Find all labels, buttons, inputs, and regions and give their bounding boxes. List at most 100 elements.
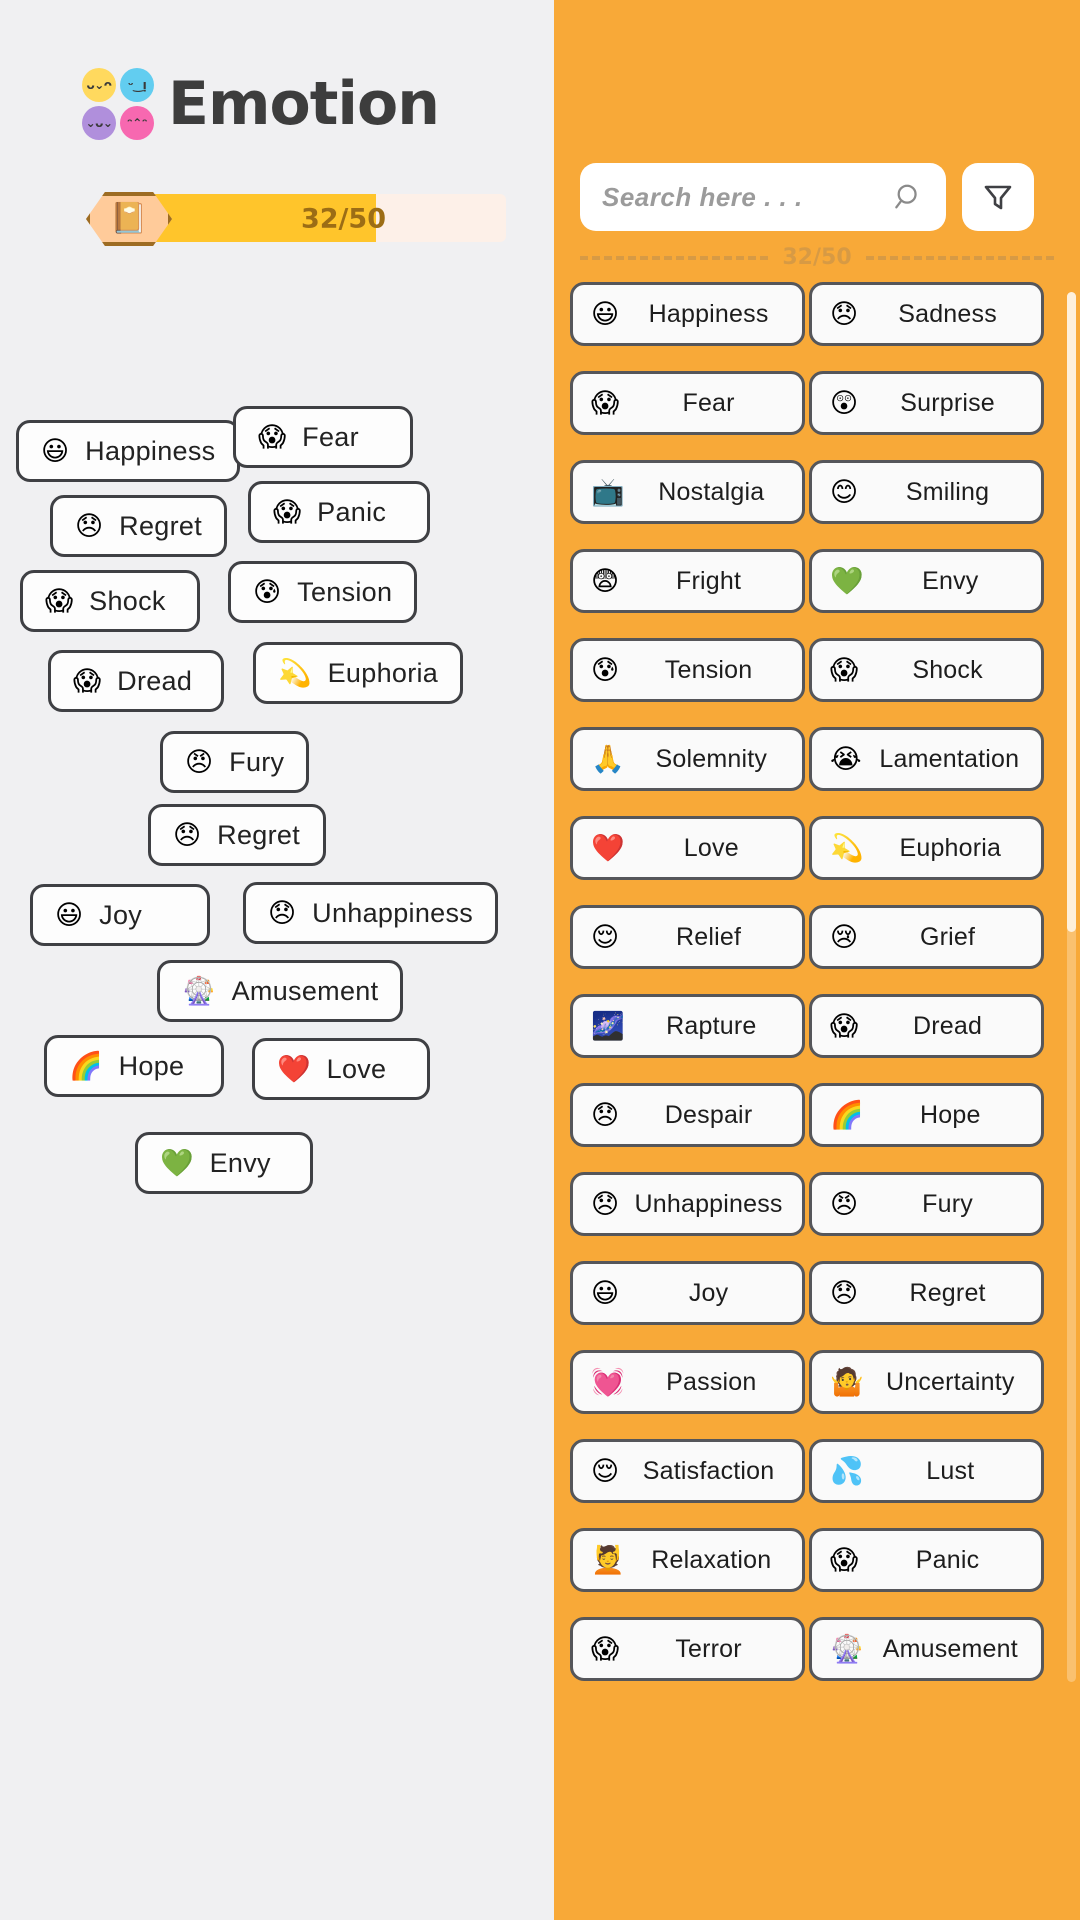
board-chip[interactable]: 😠 Fury <box>160 731 310 793</box>
crying-face-icon: 😢 <box>830 921 859 953</box>
app-brand: ᴗ⌄ᴖ ᵕ‿ᴉ ⌄ᴗ⌄ ᵔ⌃ᵔ Emotion <box>82 68 440 140</box>
catalog-chip[interactable]: 😰 Tension <box>570 638 805 702</box>
catalog-chip[interactable]: 🙏 Solemnity <box>570 727 805 791</box>
screaming-face-icon: 😱 <box>273 496 302 528</box>
board-chip[interactable]: 😱 Shock <box>20 570 200 632</box>
catalog-chip[interactable]: 😠 Fury <box>809 1172 1044 1236</box>
search-input[interactable]: Search here . . . <box>580 163 946 231</box>
catalog-chip[interactable]: 😞 Unhappiness <box>570 1172 805 1236</box>
grinning-face-icon: 😃 <box>591 1277 620 1309</box>
search-toolbar: Search here . . . <box>580 163 1034 231</box>
catalog-chip[interactable]: 😞 Despair <box>570 1083 805 1147</box>
board-chip-label: Fear <box>302 421 359 452</box>
grinning-face-icon: 😃 <box>591 298 620 330</box>
board-chip-label: Envy <box>209 1147 271 1178</box>
catalog-chip[interactable]: 😱 Dread <box>809 994 1044 1058</box>
search-icon[interactable] <box>894 182 924 212</box>
catalog-chip-label: Rapture <box>666 1011 757 1040</box>
board-chip[interactable]: 😞 Unhappiness <box>243 882 499 944</box>
board-chip[interactable]: 🎡 Amusement <box>157 960 404 1022</box>
app-logo: ᴗ⌄ᴖ ᵕ‿ᴉ ⌄ᴗ⌄ ᵔ⌃ᵔ <box>82 68 154 140</box>
catalog-chip[interactable]: 📺 Nostalgia <box>570 460 805 524</box>
board-chip[interactable]: ❤️ Love <box>252 1038 430 1100</box>
catalog-chip[interactable]: 😱 Fear <box>570 371 805 435</box>
filter-button[interactable] <box>962 163 1034 231</box>
catalog-chip[interactable]: 😱 Terror <box>570 1617 805 1681</box>
board-chip-label: Fury <box>229 746 285 777</box>
board-chip[interactable]: 😱 Dread <box>48 650 224 712</box>
catalog-chip[interactable]: 💦 Lust <box>809 1439 1044 1503</box>
board-chip[interactable]: 😃 Joy <box>30 884 210 946</box>
hexagon-frame: 📔 <box>86 192 172 246</box>
dizzy-star-icon: 💫 <box>278 657 312 689</box>
catalog-counter: 32/50 <box>782 245 852 270</box>
catalog-chip[interactable]: 💓 Passion <box>570 1350 805 1414</box>
rainbow-icon: 🌈 <box>830 1099 864 1131</box>
catalog-chip[interactable]: 😱 Panic <box>809 1528 1044 1592</box>
catalog-chip[interactable]: 😊 Smiling <box>809 460 1044 524</box>
board-chip[interactable]: 🌈 Hope <box>44 1035 224 1097</box>
catalog-chip[interactable]: 😢 Grief <box>809 905 1044 969</box>
catalog-chip-label: Surprise <box>900 388 995 417</box>
catalog-chip-label: Relaxation <box>651 1545 772 1574</box>
catalog-chip[interactable]: 😲 Surprise <box>809 371 1044 435</box>
emotion-app-screen: ᴗ⌄ᴖ ᵕ‿ᴉ ⌄ᴗ⌄ ᵔ⌃ᵔ Emotion 32/50 📔 😃 Happine… <box>0 0 1080 1920</box>
relieved-face-icon: 😌 <box>591 921 620 953</box>
catalog-chip[interactable]: 😭 Lamentation <box>809 727 1044 791</box>
disappointed-face-icon: 😞 <box>268 897 297 929</box>
shrug-person-icon: 🤷 <box>830 1366 864 1398</box>
left-board-panel: ᴗ⌄ᴖ ᵕ‿ᴉ ⌄ᴗ⌄ ᵔ⌃ᵔ Emotion 32/50 📔 😃 Happine… <box>0 0 554 1920</box>
catalog-chip[interactable]: ❤️ Love <box>570 816 805 880</box>
book-potion-icon: 📔 <box>110 202 148 235</box>
catalog-chip[interactable]: 😃 Happiness <box>570 282 805 346</box>
catalog-chip[interactable]: 💚 Envy <box>809 549 1044 613</box>
catalog-chip[interactable]: 🌈 Hope <box>809 1083 1044 1147</box>
board-chip[interactable]: 💫 Euphoria <box>253 642 464 704</box>
grinning-face-icon: 😃 <box>55 899 84 931</box>
television-icon: 📺 <box>591 476 625 508</box>
catalog-counter-row: 32/50 <box>580 245 1055 270</box>
green-heart-icon: 💚 <box>830 565 864 597</box>
dizzy-star-icon: 💫 <box>830 832 864 864</box>
board-chip-label: Joy <box>99 899 143 930</box>
board-chip-label: Regret <box>217 819 300 850</box>
catalog-chip-label: Love <box>683 833 739 862</box>
board-chip[interactable]: 😱 Fear <box>233 406 413 468</box>
folded-hands-icon: 🙏 <box>591 743 625 775</box>
catalog-chip[interactable]: 💆 Relaxation <box>570 1528 805 1592</box>
ferris-wheel-icon: 🎡 <box>830 1633 864 1665</box>
board-chip[interactable]: 😱 Panic <box>248 481 430 543</box>
purple-face-icon: ⌄ᴗ⌄ <box>82 106 116 140</box>
blue-face-icon: ᵕ‿ᴉ <box>120 68 154 102</box>
catalog-chip[interactable]: 😞 Regret <box>809 1261 1044 1325</box>
board-chip[interactable]: 😃 Happiness <box>16 420 241 482</box>
angry-face-icon: 😠 <box>830 1188 859 1220</box>
catalog-chip[interactable]: 😃 Joy <box>570 1261 805 1325</box>
catalog-chip-label: Fear <box>682 388 735 417</box>
scrollbar-thumb[interactable] <box>1067 292 1076 932</box>
board-chip[interactable]: 😰 Tension <box>228 561 418 623</box>
board-chip[interactable]: 😞 Regret <box>148 804 326 866</box>
divider-left <box>580 255 769 260</box>
catalog-chip[interactable]: 🌌 Rapture <box>570 994 805 1058</box>
catalog-chip[interactable]: 😌 Satisfaction <box>570 1439 805 1503</box>
catalog-chip[interactable]: 😌 Relief <box>570 905 805 969</box>
catalog-chip[interactable]: 😨 Fright <box>570 549 805 613</box>
board-chip[interactable]: 💚 Envy <box>135 1132 313 1194</box>
catalog-chip-label: Unhappiness <box>634 1189 783 1218</box>
board-chip-label: Regret <box>119 510 202 541</box>
catalog-scroll-area[interactable]: 😃 Happiness 😞 Sadness 😱 Fear 😲 Surprise 📺 Nostalg… <box>554 282 1080 1702</box>
catalog-chip[interactable]: 🎡 Amusement <box>809 1617 1044 1681</box>
board-chip-label: Shock <box>89 585 166 616</box>
catalog-chip[interactable]: 💫 Euphoria <box>809 816 1044 880</box>
catalog-chip[interactable]: 🤷 Uncertainty <box>809 1350 1044 1414</box>
catalog-chip-label: Euphoria <box>899 833 1002 862</box>
catalog-chip[interactable]: 😞 Sadness <box>809 282 1044 346</box>
loudly-crying-face-icon: 😭 <box>830 743 862 775</box>
page-title: Emotion <box>168 69 440 139</box>
board-chip-label: Hope <box>118 1050 185 1081</box>
screaming-face-icon: 😱 <box>830 1544 859 1576</box>
catalog-scrollbar[interactable] <box>1067 292 1076 1682</box>
board-chip[interactable]: 😞 Regret <box>50 495 227 557</box>
catalog-chip[interactable]: 😱 Shock <box>809 638 1044 702</box>
